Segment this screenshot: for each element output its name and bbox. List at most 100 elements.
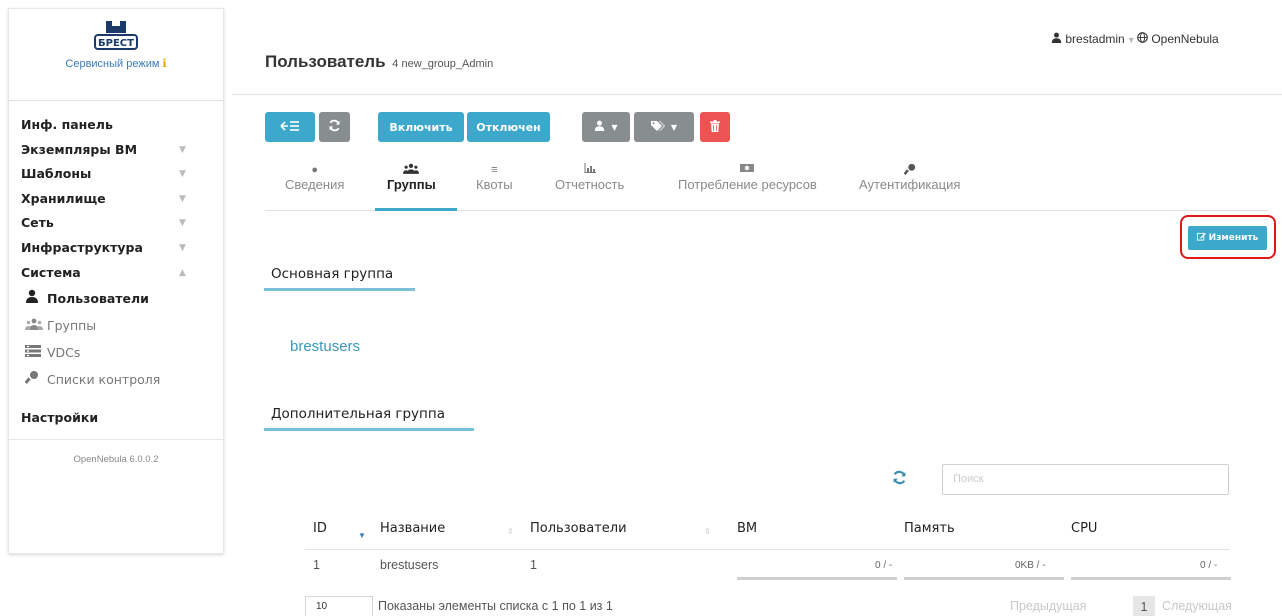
sidebar-item-label: Пользователи	[47, 291, 149, 307]
globe-icon	[1137, 32, 1148, 46]
user-icon	[1051, 32, 1062, 46]
primary-group-link[interactable]: brestusers	[290, 338, 360, 355]
sidebar-item-label: Сеть	[21, 215, 54, 231]
primary-group-underline	[264, 288, 415, 291]
header-divider	[232, 94, 1282, 95]
cell-id: 1	[313, 558, 320, 572]
sidebar-item-infrastructure[interactable]: Инфраструктура ▼	[9, 236, 223, 260]
tags-icon	[650, 120, 665, 135]
sort-icon[interactable]: ⇕	[507, 527, 514, 536]
sidebar-item-settings[interactable]: Настройки	[9, 403, 223, 433]
table-refresh-button[interactable]	[892, 470, 907, 490]
tab-label: Сведения	[285, 177, 345, 192]
chevron-down-icon: ▼	[179, 169, 186, 180]
column-header-cpu: CPU	[1071, 521, 1098, 536]
memory-progress-bar	[904, 577, 1064, 580]
page-size-select[interactable]: 10	[305, 596, 373, 616]
info-icon: ●	[311, 164, 319, 176]
table-header-divider	[305, 549, 1230, 550]
divider	[9, 439, 223, 441]
users-icon	[387, 163, 436, 177]
key-icon	[859, 163, 960, 177]
sidebar-item-network[interactable]: Сеть ▼	[9, 211, 223, 235]
column-header-users[interactable]: Пользователи	[530, 521, 627, 536]
brest-logo[interactable]: БРЕСТ	[84, 19, 148, 53]
sidebar-item-label: Инфраструктура	[21, 239, 143, 255]
chevron-down-icon: ▼	[179, 193, 186, 204]
label-actions-button[interactable]: ▼	[634, 112, 694, 142]
edit-icon	[1196, 232, 1206, 244]
sidebar-item-templates[interactable]: Шаблоны ▼	[9, 162, 223, 186]
disable-button[interactable]: Отключен	[467, 112, 550, 142]
edit-button[interactable]: Изменить	[1188, 226, 1267, 250]
tab-accounting[interactable]: Отчетность	[555, 163, 624, 192]
info-icon[interactable]: ℹ	[162, 58, 166, 70]
page-title: Пользователь 4 new_group_Admin	[265, 52, 493, 72]
cell-vm: 0 / -	[875, 560, 893, 571]
tab-quotas[interactable]: ≡ Квоты	[476, 163, 513, 192]
cell-name: brestusers	[380, 558, 439, 572]
user-actions-button[interactable]: ▼	[582, 112, 630, 142]
tab-groups[interactable]: Группы	[387, 163, 436, 192]
vm-progress-bar	[737, 577, 897, 580]
sidebar-item-label: Система	[21, 264, 81, 280]
primary-group-title: Основная группа	[271, 266, 394, 282]
page-number-button[interactable]: 1	[1133, 596, 1155, 616]
sidebar-item-storage[interactable]: Хранилище ▼	[9, 187, 223, 211]
sidebar-item-dashboard[interactable]: Инф. панель	[9, 113, 223, 137]
username: brestadmin	[1065, 32, 1125, 46]
sidebar-nav: Инф. панель Экземпляры ВМ ▼ Шаблоны ▼ Хран…	[9, 101, 223, 465]
page-title-text: Пользователь	[265, 52, 386, 71]
column-header-vm: ВМ	[737, 521, 758, 536]
sidebar-item-vdcs[interactable]: VDCs	[9, 339, 223, 366]
sidebar-item-label: Настройки	[21, 410, 99, 426]
refresh-button[interactable]	[319, 112, 350, 142]
chevron-up-icon: ▲	[179, 267, 186, 278]
sidebar-item-groups[interactable]: Группы	[9, 312, 223, 339]
sidebar-item-users[interactable]: Пользователи	[9, 285, 223, 312]
sidebar-item-label: Инф. панель	[21, 117, 113, 132]
enable-button[interactable]: Включить	[378, 112, 464, 142]
next-page-button[interactable]: Следующая	[1162, 599, 1232, 613]
sidebar-item-acls[interactable]: Списки контроля	[9, 366, 223, 393]
sort-icon[interactable]: ⇕	[704, 527, 711, 536]
chevron-down-icon: ▼	[179, 242, 186, 253]
sidebar-item-label: VDCs	[47, 345, 81, 361]
service-mode[interactable]: Сервисный режим ℹ	[9, 57, 223, 70]
sidebar-item-vms[interactable]: Экземпляры ВМ ▼	[9, 138, 223, 162]
vdc-icon	[25, 339, 47, 366]
table-info: Показаны элементы списка с 1 по 1 из 1	[378, 599, 613, 613]
zone-menu[interactable]: OpenNebula	[1137, 32, 1219, 46]
tab-info[interactable]: ● Сведения	[285, 163, 344, 192]
sidebar-item-system[interactable]: Система ▲	[9, 261, 223, 285]
zone-name: OpenNebula	[1151, 32, 1219, 46]
refresh-icon	[892, 470, 907, 489]
tab-label: Отчетность	[555, 177, 625, 192]
delete-button[interactable]	[700, 112, 730, 142]
chevron-down-icon: ▼	[179, 144, 186, 155]
back-to-list-button[interactable]	[265, 112, 315, 142]
user-icon	[25, 285, 47, 312]
secondary-group-title: Дополнительная группа	[271, 406, 445, 422]
key-icon	[24, 366, 47, 393]
sort-desc-icon[interactable]: ▼	[358, 531, 366, 540]
user-menu[interactable]: brestadmin ▼	[1051, 32, 1136, 46]
search-input[interactable]: Поиск	[942, 464, 1229, 495]
column-header-name[interactable]: Название	[380, 521, 445, 536]
service-mode-label: Сервисный режим	[65, 58, 160, 70]
secondary-group-underline	[264, 428, 474, 431]
chevron-down-icon: ▼	[179, 218, 186, 229]
column-header-id[interactable]: ID	[313, 521, 327, 536]
prev-page-button[interactable]: Предыдущая	[1010, 599, 1086, 613]
sidebar-item-label: Списки контроля	[47, 372, 161, 388]
cell-cpu: 0 / -	[1200, 560, 1218, 571]
cpu-progress-bar	[1071, 577, 1231, 580]
chevron-down-icon: ▼	[611, 122, 618, 132]
sidebar-item-label: Экземпляры ВМ	[21, 141, 138, 157]
user-icon	[594, 120, 605, 134]
tab-label: Группы	[387, 177, 436, 192]
tab-showback[interactable]: Потребление ресурсов	[678, 163, 817, 192]
chevron-down-icon: ▼	[670, 122, 678, 132]
tab-authentication[interactable]: Аутентификация	[859, 163, 960, 192]
sidebar: БРЕСТ Сервисный режим ℹ Инф. панель Экзем…	[8, 8, 224, 554]
